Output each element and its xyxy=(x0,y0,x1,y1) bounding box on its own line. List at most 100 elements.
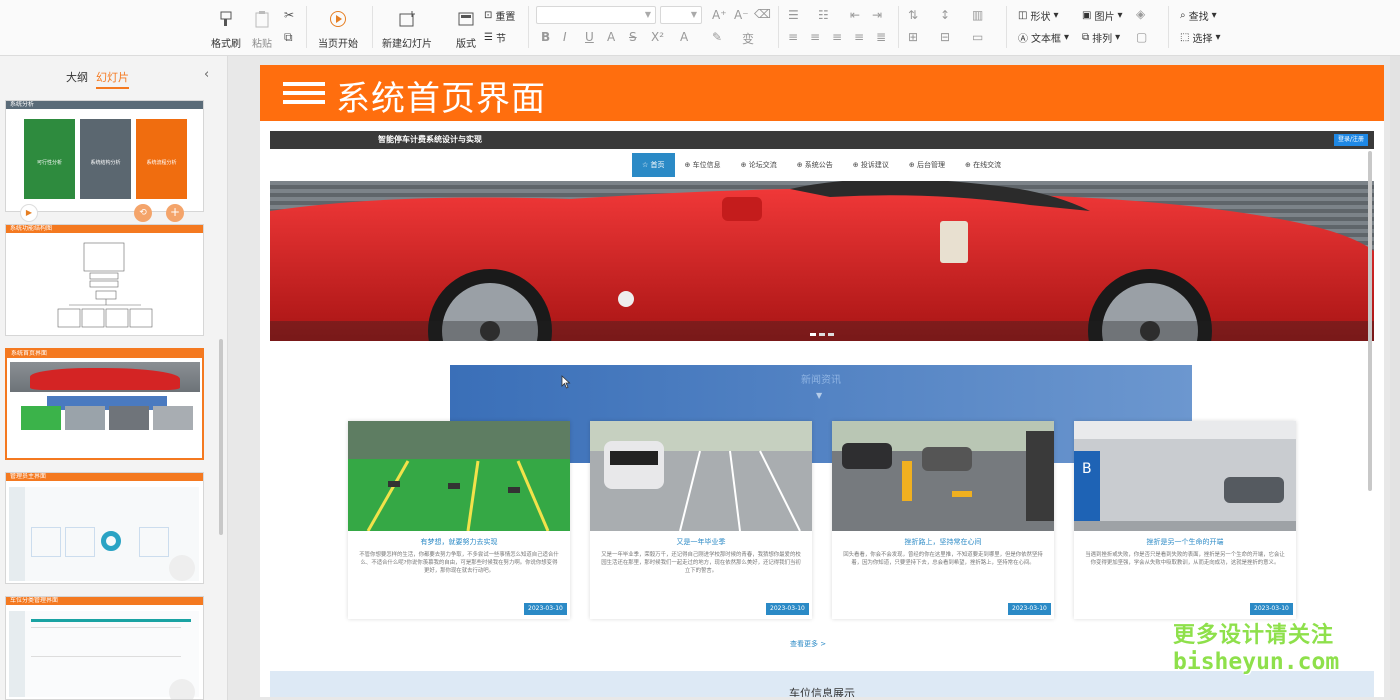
indent-increase-icon[interactable]: ⇥ xyxy=(872,8,882,22)
collapse-panel-icon[interactable]: ‹ xyxy=(204,67,209,82)
find-button[interactable]: ⌕ 查找 ▾ xyxy=(1180,8,1217,23)
panel-scrollbar[interactable] xyxy=(219,339,223,535)
mouse-cursor-icon xyxy=(561,375,571,389)
site-nav-item: ⊕ 论坛交流 xyxy=(740,161,777,169)
paste-button[interactable]: 粘贴 xyxy=(236,4,288,50)
news-card: 挫折路上，坚持常在心间 回头看看，你会不会发现，曾经的你在这里推，不知道要走到哪… xyxy=(832,421,1054,619)
select-icon: ⬚ xyxy=(1180,32,1190,43)
slide-title[interactable]: 系统首页界面 xyxy=(336,71,546,120)
textbox-button[interactable]: Ⓐ 文本框 ▾ xyxy=(1018,30,1069,45)
card-title: 有梦想，就要努力去实现 xyxy=(420,538,498,546)
font-grow-icon[interactable]: A⁺ xyxy=(712,8,727,22)
slide-thumbnail-2[interactable]: 系统功能结构图 xyxy=(5,224,204,336)
strikethrough-icon[interactable]: S xyxy=(629,30,637,44)
slide-thumbnail-4[interactable]: 管理员主界面 xyxy=(5,472,204,584)
view-more-link: 查看更多 > xyxy=(790,640,827,648)
convert-icon[interactable]: ⊟ xyxy=(940,30,950,44)
text-direction-icon[interactable]: ⇅ xyxy=(908,8,918,22)
font-size-select[interactable]: ▼ xyxy=(660,6,702,24)
slide-thumbnail-5[interactable]: 车位分类管理界面 xyxy=(5,596,204,700)
card-text: 回头看看，你会不会发现，曾经的你在这里推，不知道要走到哪里，但是你依然坚持着，因… xyxy=(843,552,1043,566)
indent-decrease-icon[interactable]: ⇤ xyxy=(850,8,860,22)
bullet-list-icon[interactable]: ☰ xyxy=(788,8,799,22)
new-slide-button[interactable]: 新建幻灯片 xyxy=(378,4,436,50)
new-slide-icon xyxy=(396,8,418,30)
tab-outline[interactable]: 大纲 xyxy=(66,69,88,85)
canvas-scrollbar[interactable] xyxy=(1390,56,1400,700)
thumb-banner xyxy=(10,362,200,392)
card-date: 2023-03-10 xyxy=(1250,603,1293,615)
underline-icon[interactable]: U xyxy=(585,30,594,44)
structure-diagram-thumb xyxy=(57,242,153,328)
card-title: 挫折路上，坚持常在心间 xyxy=(904,538,982,546)
scissors-icon[interactable]: ✂ xyxy=(284,8,294,22)
char-spacing-icon[interactable]: 变 xyxy=(742,30,754,47)
chevron-down-icon: ▼ xyxy=(644,10,651,19)
select-button[interactable]: ⬚ 选择 ▾ xyxy=(1180,30,1220,45)
carousel-dots xyxy=(810,333,834,336)
news-card: 又是一年毕业季 又是一年毕业季，荣毅万千，还记得自己刚进学校那时候的青春，我猜想… xyxy=(590,421,812,619)
site-title: 智能停车计费系统设计与实现 xyxy=(378,135,482,144)
distribute-icon[interactable]: ≣ xyxy=(876,30,886,44)
font-name-select[interactable]: ▼ xyxy=(536,6,656,24)
ribbon-toolbar: 格式刷 粘贴 ✂ ⧉ 当页开始 新建幻灯片 版式 ⊡ 重置 ☰ 节 ▼ ▼ A⁺ A… xyxy=(0,0,1400,56)
picture-icon: ▣ xyxy=(1082,10,1092,21)
font-color-icon[interactable]: A xyxy=(680,30,688,44)
card-text: 又是一年毕业季，荣毅万千，还记得自己刚进学校那时候的青春，我猜想你最爱的校园生活… xyxy=(601,552,801,574)
slide-thumbnail-1[interactable]: 系统分析 可行性分析 系统结构分析 系统流程分析 xyxy=(5,100,204,212)
copy-icon[interactable]: ⧉ xyxy=(284,30,293,45)
eraser-icon[interactable]: ⌫ xyxy=(754,7,771,21)
card-date: 2023-03-10 xyxy=(524,603,567,615)
card-text: 不管你想要怎样的生活，你都要去努力争取，不多尝试一些事情怎么知道自己适合什么、不… xyxy=(359,552,559,574)
bold-icon[interactable]: B xyxy=(541,30,550,44)
thumb-category xyxy=(9,611,199,699)
superscript-icon[interactable]: X² xyxy=(651,30,664,44)
parking-image-green xyxy=(348,421,570,531)
thumb-title: 管理员主界面 xyxy=(6,473,203,481)
line-spacing-icon[interactable]: ↕ xyxy=(940,8,950,22)
picture-button[interactable]: ▣ 图片 ▾ xyxy=(1082,8,1122,23)
reset-button[interactable]: ⊡ 重置 xyxy=(484,8,515,23)
font-shrink-icon[interactable]: A⁻ xyxy=(734,8,749,22)
shape-button[interactable]: ◫ 形状 ▾ xyxy=(1018,8,1058,23)
italic-icon[interactable]: I xyxy=(563,30,567,44)
transition-icon[interactable]: ⟲ xyxy=(134,204,152,222)
slide-thumbnail-panel: 大纲 幻灯片 ‹ 系统分析 可行性分析 系统结构分析 系统流程分析 ▶ ⟲ + … xyxy=(0,56,228,700)
slide-thumbnail-3[interactable]: 系统首页界面 xyxy=(5,348,204,460)
add-slide-icon[interactable]: + xyxy=(166,204,184,222)
slideshow-button[interactable]: 当页开始 xyxy=(312,4,364,50)
tab-slides[interactable]: 幻灯片 xyxy=(96,69,129,89)
thumb-title: 车位分类管理界面 xyxy=(6,597,203,605)
textbox-icon: Ⓐ xyxy=(1018,34,1028,45)
site-scrollbar xyxy=(1368,151,1372,491)
justify-icon[interactable]: ≡ xyxy=(854,30,864,44)
website-screenshot[interactable]: 智能停车计费系统设计与实现 登录/注册 ☆ 首页 ⊕ 车位信息 ⊕ 论坛交流 ⊕ 系统… xyxy=(270,131,1374,697)
highlight-icon[interactable]: ✎ xyxy=(712,30,722,44)
shadow-icon[interactable]: A xyxy=(607,30,615,44)
valign-icon[interactable]: ⊞ xyxy=(908,30,918,44)
textbox-fit-icon[interactable]: ▭ xyxy=(972,30,983,44)
news-card: B 挫折是另一个生命的开端 当遇到挫折或失败，你是否只是看到失败的表面，挫折是另… xyxy=(1074,421,1296,619)
play-icon[interactable]: ▶ xyxy=(20,204,38,222)
shape-icon: ◫ xyxy=(1018,10,1028,21)
outline-icon[interactable]: ▢ xyxy=(1136,30,1147,44)
card-date: 2023-03-10 xyxy=(1008,603,1051,615)
numbered-list-icon[interactable]: ☷ xyxy=(818,8,829,22)
align-center-icon[interactable]: ≡ xyxy=(810,30,820,44)
search-icon: ⌕ xyxy=(1180,10,1186,21)
align-right-icon[interactable]: ≡ xyxy=(832,30,842,44)
clipboard-icon xyxy=(251,8,273,30)
align-left-icon[interactable]: ≡ xyxy=(788,30,798,44)
thumb-box-green: 可行性分析 xyxy=(24,119,75,199)
columns-icon[interactable]: ▥ xyxy=(972,8,983,22)
current-slide[interactable]: 系统首页界面 智能停车计费系统设计与实现 登录/注册 ☆ 首页 ⊕ 车位信息 ⊕ 论… xyxy=(260,65,1384,697)
arrange-button[interactable]: ⧉ 排列 ▾ xyxy=(1082,30,1120,45)
login-button: 登录/注册 xyxy=(1334,134,1368,146)
fill-icon[interactable]: ◈ xyxy=(1136,7,1145,21)
chevron-down-icon: ▼ xyxy=(816,391,823,400)
section-button[interactable]: ☰ 节 xyxy=(484,30,506,45)
watermark: 更多设计请关注 bisheyun.com xyxy=(1173,622,1343,676)
parking-image-lot xyxy=(832,421,1054,531)
thumb-box-gray: 系统结构分析 xyxy=(80,119,131,199)
card-title: 又是一年毕业季 xyxy=(676,538,726,546)
